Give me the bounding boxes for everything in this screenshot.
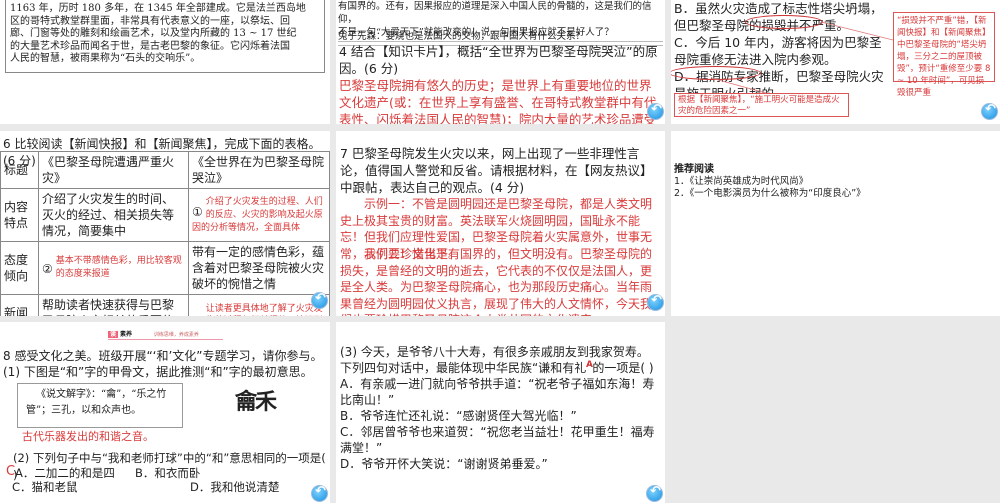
table-header-row: 标题 《巴黎圣母院遭遇严重火灾》 《全世界在为巴黎圣母院哭泣》: [0, 151, 330, 189]
slide-question-4[interactable]: 有国界的。还有，因果报应的道理是深入中国人民的骨髓的，这是我们的信仰， 不是一句…: [336, 0, 665, 124]
cell: 介绍了火灾发生的时间、灭火的经过、相关损失等情况，简要集中: [38, 188, 189, 242]
comparison-table: 标题 《巴黎圣母院遭遇严重火灾》 《全世界在为巴黎圣母院哭泣》 内容特点 介绍了…: [0, 151, 330, 316]
row-label: 态度倾向: [0, 241, 39, 295]
text-line: 区的哥特式教堂群里面，非常具有代表意义的一座，以祭坛、回: [10, 15, 290, 27]
blank-marker: ②: [42, 262, 53, 276]
cell: ② 基本不带感情色彩，用比较客观的态度来报道: [38, 241, 189, 295]
knowledge-card-box: 1163 年，历时 180 多年，在 1345 年全部建成。它是法兰西岛地 区的…: [5, 0, 325, 73]
answer-8-1: 古代乐器发出的和谐之音。: [22, 430, 154, 443]
slide-options-analysis[interactable]: B．虽然火灾造成了标志性塔尖坍塌，但巴黎圣母院的损毁并不严重。 C．今后 10 …: [671, 0, 1000, 124]
back-button[interactable]: [647, 102, 664, 120]
table-row: 新闻价值 帮助读者快速获得与巴黎圣母院火灾相关的重要信息 ③让读者更具体地了解了…: [0, 294, 330, 316]
answer-cell: 让读者更具体地了解了火灾发生的过程与相关细节，认识到火灾产生的影响: [205, 304, 323, 314]
oracle-bone-glyph: 龠禾: [235, 390, 277, 415]
text-line: 1163 年，历时 180 多年，在 1345 年全部建成。它是法兰西岛地: [10, 3, 306, 14]
slide-knowledge-card[interactable]: 1163 年，历时 180 多年，在 1345 年全部建成。它是法兰西岛地 区的…: [0, 0, 330, 124]
back-button[interactable]: [311, 291, 328, 309]
row-label: 内容特点: [0, 188, 39, 242]
shuowen-quote-box: 《说文解字》：“龠”，“乐之竹管”；三孔，以和众声也。: [17, 383, 183, 428]
header-cell: 《全世界在为巴黎圣母院哭泣》: [188, 151, 330, 189]
slide-question-7[interactable]: 7 巴黎圣母院发生火灾以来，网上出现了一些非理性言论，值得国人警觉和反省。请根据…: [336, 131, 665, 316]
example-2: 示例二：文化是有国界的，但文明没有。巴黎圣母院的损失，是曾经的文明的逝去，它代表…: [340, 247, 653, 316]
answer-8-2: C: [6, 464, 16, 479]
blank-marker: ③: [192, 315, 203, 316]
reading-link[interactable]: 2．《一个电影演员为什么被称为“印度良心”》: [674, 185, 866, 199]
answer-4: 巴黎圣母院拥有悠久的历史；是世界上有重要地位的世界文化遗产(或：在世界上享有盛誉…: [339, 78, 657, 124]
header-cell: 标题: [0, 151, 39, 189]
answer-8-3: A: [586, 360, 593, 370]
cell: ① 介绍了火灾发生的过程、人们的反应、火灾的影响及起火原因的分析等情况，全面具体: [188, 188, 330, 242]
question-8-part-3: (3) 今天，是爷爷八十大寿，有很多亲戚朋友到我家贺寿。下列四句对话中，最能体现…: [340, 345, 654, 375]
option-d: D．爷爷开怀大笑说：“谢谢贤弟垂爱。”: [340, 457, 548, 471]
annotation-note-2: 根据【新闻聚焦】，“施工明火可能是造成火灾的危险因素之一”: [674, 93, 849, 117]
annotation-note-1: “损毁并不严重”错，【新闻快报】和【新闻聚焦】中巴黎圣母院的“塔尖坍塌，三分之二…: [893, 12, 995, 98]
table-row: 态度倾向 ② 基本不带感情色彩，用比较客观的态度来报道 带有一定的感情色彩，蕴含着…: [0, 241, 330, 295]
answer-cell: 介绍了火灾发生的过程、人们的反应、火灾的影响及起火原因的分析等情况，全面具体: [192, 196, 323, 233]
section-badge: 读: [108, 331, 119, 338]
slide-question-8[interactable]: 读 素养 训练思维，养成素养 8 感受文化之美。班级开展“‘和’文化”专题学习，…: [0, 322, 330, 503]
row-label: 新闻价值: [0, 294, 39, 316]
question-8-part-1: (1) 下图是“和”字的甲骨文，据此推测“和”字的最初意思。: [3, 365, 313, 379]
header-cell: 《巴黎圣母院遭遇严重火灾》: [38, 151, 189, 189]
text-line: 廊、门窗等处的雕刻和绘画艺术，以及堂内所藏的 13 ~ 17 世纪: [10, 28, 297, 39]
text-line: 的大量艺术珍品而闻名于世，是古老巴黎的象征。它闪烁着法国: [10, 40, 290, 52]
answer-cell: 基本不带感情色彩，用比较客观的态度来报道: [55, 256, 182, 279]
cell: 帮助读者快速获得与巴黎圣母院火灾相关的重要信息: [38, 294, 189, 316]
question-8: 8 感受文化之美。班级开展“‘和’文化”专题学习，请你参与。: [3, 349, 323, 363]
section-header-title: 素养: [119, 331, 132, 338]
blank-marker: ①: [192, 204, 203, 219]
cell: ③让读者更具体地了解了火灾发生的过程与相关细节，认识到火灾产生的影响: [188, 294, 330, 316]
slide-question-6[interactable]: 6 比较阅读【新闻快报】和【新闻聚焦】，完成下面的表格。(6 分) 标题 《巴黎…: [0, 131, 330, 316]
slide-recommended-reading[interactable]: 推荐阅读 1．《让崇尚英雄成为时代风尚》 2．《一个电影演员为什么被称为“印度良…: [671, 131, 1000, 316]
slide-question-8-part-3[interactable]: (3) 今天，是爷爷八十大寿，有很多亲戚朋友到我家贺寿。下列四句对话中，最能体现…: [336, 322, 665, 503]
option-c: C．邻居曾爷爷也来道贺：“祝您老当益壮！花甲重生！福寿满堂！”: [340, 425, 655, 455]
back-button[interactable]: [647, 293, 664, 311]
question-4: 4 结合【知识卡片】，概括“全世界为巴黎圣母院哭泣”的原因。(6 分): [339, 44, 658, 76]
question-7: 7 巴黎圣母院发生火灾以来，网上出现了一些非理性言论，值得国人警觉和反省。请根据…: [340, 146, 653, 195]
section-header-subtitle: 训练思维，养成素养: [153, 332, 199, 338]
back-button[interactable]: [646, 484, 663, 502]
option-d: D．我和他说清楚: [190, 480, 280, 494]
text-line: 人民的智慧，被雨果称为“石头的交响乐”。: [10, 53, 201, 64]
option-c: C．猫和老鼠: [12, 480, 78, 494]
section-header: 读 素养 训练思维，养成素养: [108, 330, 223, 340]
back-button[interactable]: [311, 484, 328, 502]
option-b: B．爷爷连忙还礼说：“感谢贤侄大驾光临！”: [340, 409, 577, 423]
option-a: A．有亲戚一进门就向爷爷拱手道：“祝老爷子福如东海！寿比南山！”: [340, 377, 655, 407]
quote-line: 有国界的。还有，因果报应的道理是深入中国人民的骨髓的，这是我们的信仰，: [338, 1, 652, 25]
cell: 带有一定的感情色彩，蕴含着对巴黎圣母院被火灾破坏的惋惜之情: [188, 241, 330, 295]
table-row: 内容特点 介绍了火灾发生的时间、灭火的经过、相关损失等情况，简要集中 ① 介绍了火…: [0, 188, 330, 242]
back-button[interactable]: [981, 102, 998, 120]
